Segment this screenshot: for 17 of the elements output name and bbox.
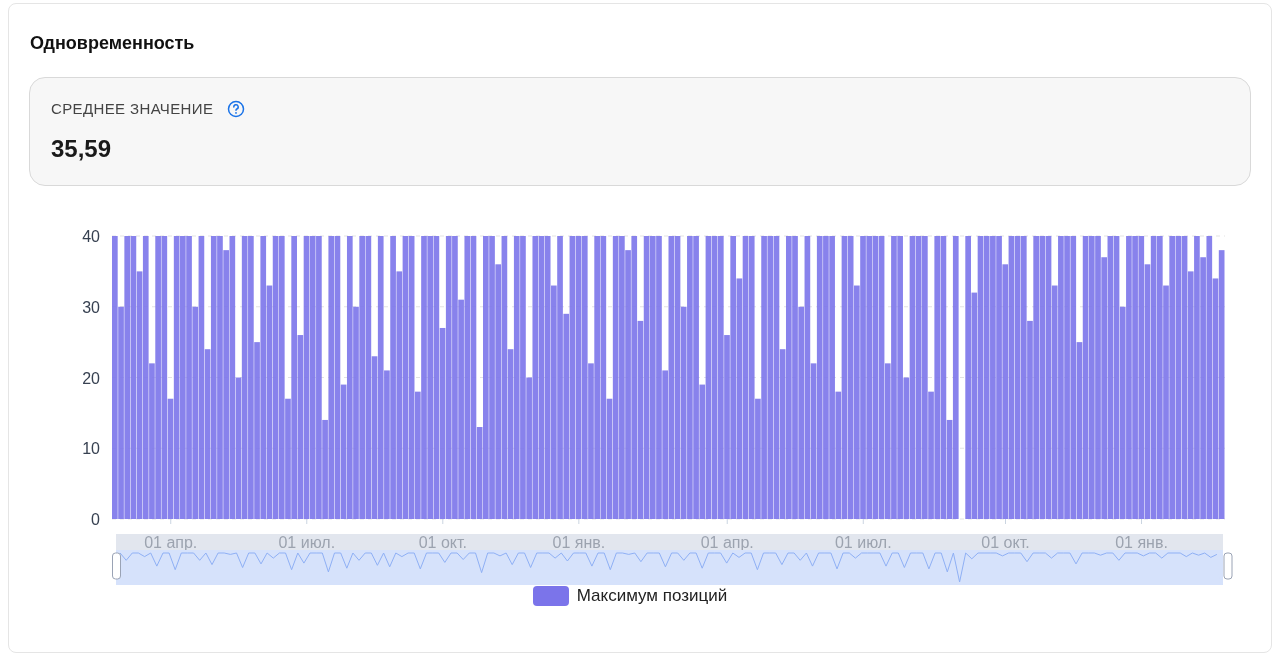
x-axis-label: 01 окт.: [418, 534, 467, 551]
stat-value: 35,59: [51, 133, 113, 164]
x-axis-label: 01 июл.: [834, 534, 892, 551]
x-axis-label: 01 июл.: [278, 534, 336, 551]
x-axis-label: 01 янв.: [1115, 534, 1168, 551]
section-title: Одновременность: [30, 32, 196, 55]
x-axis-label: 01 апр.: [144, 534, 198, 551]
stat-label: СРЕДНЕЕ ЗНАЧЕНИЕ: [51, 99, 214, 119]
y-axis-label: 30: [82, 298, 100, 316]
x-axis-label: 01 янв.: [552, 534, 606, 551]
x-axis-label: 01 апр.: [700, 534, 754, 551]
y-axis-label: 10: [82, 440, 100, 458]
x-axis-label: 01 окт.: [981, 534, 1030, 551]
y-axis-label: 0: [91, 511, 100, 528]
y-axis-label: 40: [82, 228, 100, 245]
y-axis-label: 20: [82, 369, 100, 387]
legend-label[interactable]: Максимум позиций: [576, 583, 728, 609]
